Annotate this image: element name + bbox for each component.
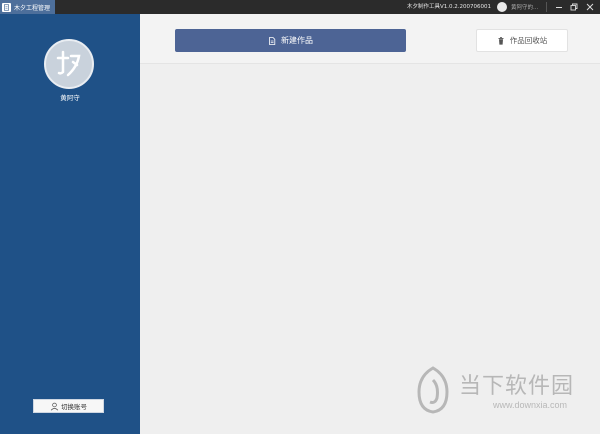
app-tab[interactable]: 木夕工程管理 (0, 0, 55, 14)
trash-icon (498, 36, 504, 45)
title-bar: 木夕工程管理 木夕制作工具V1.0.2.200706001 黄阿守的... (0, 0, 600, 14)
new-work-button[interactable]: 新建作品 (175, 29, 406, 52)
restore-icon (570, 3, 578, 11)
recycle-bin-label: 作品回收站 (509, 36, 548, 45)
watermark-url: www.downxia.com (493, 400, 568, 410)
user-icon (50, 402, 59, 411)
user-menu-label: 黄阿守的... (511, 5, 539, 11)
new-file-icon (269, 36, 276, 45)
watermark-logo-icon (417, 366, 449, 414)
username: 黄阿守 (60, 94, 80, 102)
close-icon (586, 3, 594, 11)
version-label: 木夕制作工具V1.0.2.200706001 (407, 4, 491, 10)
switch-account-label: 切换账号 (61, 403, 87, 411)
avatar[interactable] (44, 39, 94, 89)
watermark-title: 当下软件园 (459, 374, 575, 399)
app-name: 木夕工程管理 (14, 4, 51, 12)
minimize-icon (556, 7, 562, 8)
app-logo-icon (2, 2, 11, 12)
titlebar-divider (546, 2, 547, 12)
watermark: 当下软件园 www.downxia.com (413, 366, 593, 418)
new-work-label: 新建作品 (281, 36, 313, 45)
user-avatar-small (497, 2, 507, 12)
close-button[interactable] (584, 1, 596, 13)
user-menu[interactable]: 黄阿守的... (497, 1, 538, 13)
sidebar: 黄阿守 切换账号 (0, 14, 140, 434)
avatar-logo-icon (56, 50, 81, 77)
recycle-bin-button[interactable]: 作品回收站 (476, 29, 568, 52)
minimize-button[interactable] (553, 1, 565, 13)
switch-account-button[interactable]: 切换账号 (33, 399, 104, 413)
restore-button[interactable] (568, 1, 580, 13)
